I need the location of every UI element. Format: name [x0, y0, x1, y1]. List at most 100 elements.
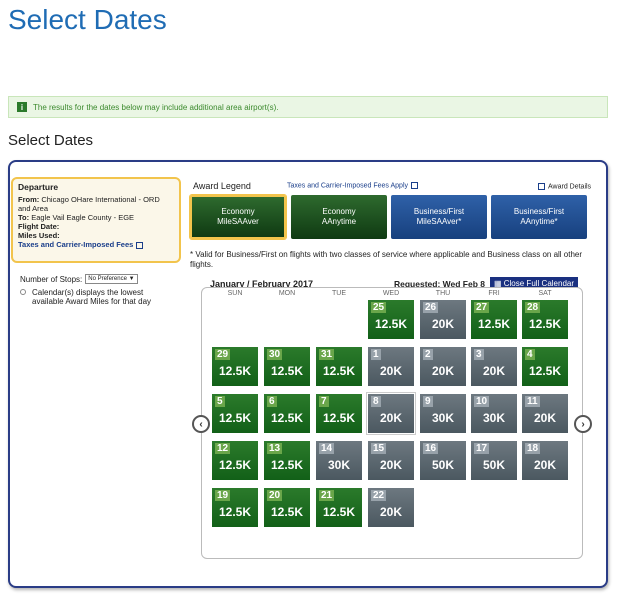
page-title: Select Dates — [8, 4, 167, 35]
calendar-day-cell[interactable]: 8 20K — [366, 392, 416, 435]
calendar-day-cell[interactable]: 20 12.5K — [263, 487, 311, 528]
award-miles: 12.5K — [528, 317, 562, 331]
miles-used-label: Miles Used: — [18, 231, 60, 240]
calendar-day-cell[interactable]: 12 12.5K — [211, 440, 259, 481]
award-miles: 12.5K — [270, 364, 304, 378]
day-number: 16 — [423, 443, 439, 454]
calendar-day-cell[interactable]: 7 12.5K — [315, 393, 363, 434]
legend-line2: MileSAAver — [217, 217, 259, 226]
external-link-icon — [411, 182, 418, 189]
day-number: 26 — [423, 302, 439, 313]
award-miles: 30K — [431, 411, 454, 425]
award-miles: 20K — [379, 458, 402, 472]
award-miles: 12.5K — [528, 364, 562, 378]
calendar-day-cell[interactable]: 1 20K — [367, 346, 415, 387]
calendar-day-cell[interactable]: 13 12.5K — [263, 440, 311, 481]
day-number: 2 — [423, 349, 433, 360]
calendar-day-cell[interactable]: 16 50K — [419, 440, 467, 481]
award-miles: 20K — [533, 458, 556, 472]
calendar-day-cell[interactable]: 22 20K — [367, 487, 415, 528]
weekday-header: SAT — [538, 290, 552, 297]
calendar-day-cell[interactable]: 17 50K — [470, 440, 518, 481]
calendar-day-cell[interactable]: 11 20K — [521, 393, 569, 434]
award-miles: 12.5K — [374, 317, 408, 331]
day-number: 18 — [525, 443, 541, 454]
next-week-button[interactable]: › — [574, 415, 592, 433]
day-number: 11 — [525, 396, 540, 407]
award-miles: 12.5K — [322, 364, 356, 378]
calendar-note-text: Calendar(s) displays the lowest availabl… — [32, 288, 152, 306]
calendar-day-cell[interactable]: 30 12.5K — [263, 346, 311, 387]
award-miles: 12.5K — [218, 458, 252, 472]
weekday-header: FRI — [488, 290, 500, 297]
chevron-left-icon: ‹ — [199, 418, 203, 430]
taxes-fees-link[interactable]: Taxes and Carrier-Imposed Fees Apply — [287, 182, 418, 189]
calendar-day-cell[interactable]: 28 12.5K — [521, 299, 569, 340]
award-miles: 12.5K — [218, 505, 252, 519]
calendar-day-cell[interactable]: 4 12.5K — [521, 346, 569, 387]
calendar-day-cell[interactable]: 26 20K — [419, 299, 467, 340]
calendar-day-cell[interactable]: 31 12.5K — [315, 346, 363, 387]
stops-filter: Number of Stops: No Preference ▼ — [20, 274, 138, 284]
award-miles: 12.5K — [322, 505, 356, 519]
day-number: 12 — [215, 443, 231, 454]
legend-business-aanytime[interactable]: Business/First AAnytime* — [491, 195, 587, 239]
info-icon: i — [17, 102, 27, 112]
calendar-day-cell[interactable]: 18 20K — [521, 440, 569, 481]
weekday-header: MON — [278, 290, 296, 297]
day-number: 15 — [371, 443, 387, 454]
calendar-day-cell[interactable]: 15 20K — [367, 440, 415, 481]
airport-notice: i The results for the dates below may in… — [8, 96, 608, 118]
legend-economy-milesaaver[interactable]: Economy MileSAAver — [190, 195, 286, 239]
award-miles: 20K — [431, 364, 454, 378]
day-number: 3 — [474, 349, 484, 360]
calendar-day-cell[interactable]: 27 12.5K — [470, 299, 518, 340]
to-value: Eagle Vail Eagle County - EGE — [31, 213, 135, 222]
legend-line1: Business/First — [513, 207, 565, 216]
calendar-day-cell[interactable]: 9 30K — [419, 393, 467, 434]
day-number: 9 — [423, 396, 433, 407]
award-miles: 12.5K — [270, 458, 304, 472]
calendar-day-cell[interactable]: 25 12.5K — [367, 299, 415, 340]
award-miles: 12.5K — [218, 411, 252, 425]
legend-economy-aanytime[interactable]: Economy AAnytime — [291, 195, 387, 239]
day-number: 6 — [267, 396, 277, 407]
stops-select-value: No Preference — [88, 276, 127, 282]
day-number: 19 — [215, 490, 231, 501]
fees-link-text: Taxes and Carrier-Imposed Fees — [18, 240, 134, 249]
stops-select[interactable]: No Preference ▼ — [85, 274, 138, 284]
weekday-header: TUE — [332, 290, 346, 297]
flight-date-label: Flight Date: — [18, 222, 60, 231]
departure-title: Departure — [18, 182, 59, 192]
calendar-day-cell[interactable]: 29 12.5K — [211, 346, 259, 387]
calendar-day-cell[interactable]: 19 12.5K — [211, 487, 259, 528]
calendar-day-cell[interactable]: 6 12.5K — [263, 393, 311, 434]
weekday-header: SUN — [227, 290, 243, 297]
award-details-link[interactable]: Award Details — [538, 183, 591, 190]
award-legend-label: Award Legend — [193, 181, 251, 191]
award-miles: 20K — [379, 505, 402, 519]
day-number: 30 — [267, 349, 283, 360]
calendar-day-cell[interactable]: 10 30K — [470, 393, 518, 434]
legend-line1: Economy — [322, 207, 356, 216]
from-value: Chicago OHare International - ORD and Ar… — [18, 195, 160, 213]
calendar-day-cell[interactable]: 21 12.5K — [315, 487, 363, 528]
legend-business-milesaaver[interactable]: Business/First MileSAAver* — [391, 195, 487, 239]
day-number: 17 — [474, 443, 490, 454]
calendar-day-cell[interactable]: 14 30K — [315, 440, 363, 481]
calendar-day-cell[interactable]: 2 20K — [419, 346, 467, 387]
calendar-day-cell[interactable]: 5 12.5K — [211, 393, 259, 434]
chevron-right-icon: › — [581, 418, 585, 430]
day-number: 13 — [267, 443, 283, 454]
calendar-note: Calendar(s) displays the lowest availabl… — [20, 288, 170, 306]
day-number: 21 — [319, 490, 335, 501]
award-miles: 12.5K — [477, 317, 511, 331]
award-miles: 20K — [482, 364, 505, 378]
calendar-day-cell[interactable]: 3 20K — [470, 346, 518, 387]
day-number: 14 — [319, 443, 335, 454]
day-number: 20 — [267, 490, 283, 501]
day-number: 8 — [371, 396, 381, 407]
fees-link[interactable]: Taxes and Carrier-Imposed Fees — [18, 240, 174, 249]
prev-week-button[interactable]: ‹ — [192, 415, 210, 433]
award-miles: 50K — [431, 458, 454, 472]
